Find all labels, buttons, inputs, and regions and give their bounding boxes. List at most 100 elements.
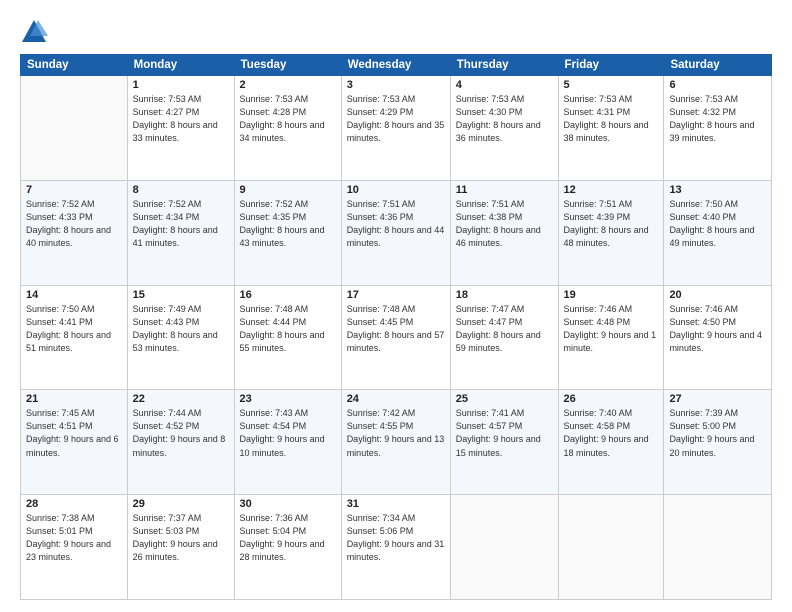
weekday-saturday: Saturday — [664, 55, 772, 76]
day-info: Sunrise: 7:44 AMSunset: 4:52 PMDaylight:… — [133, 407, 229, 459]
day-info: Sunrise: 7:52 AMSunset: 4:34 PMDaylight:… — [133, 198, 229, 250]
calendar-cell — [450, 495, 558, 600]
day-number: 12 — [564, 184, 659, 196]
calendar-cell: 15 Sunrise: 7:49 AMSunset: 4:43 PMDayligh… — [127, 285, 234, 390]
day-number: 30 — [240, 498, 336, 510]
day-number: 13 — [669, 184, 766, 196]
day-number: 16 — [240, 289, 336, 301]
day-info: Sunrise: 7:53 AMSunset: 4:28 PMDaylight:… — [240, 93, 336, 145]
day-number: 27 — [669, 393, 766, 405]
week-row-2: 14 Sunrise: 7:50 AMSunset: 4:41 PMDayligh… — [21, 285, 772, 390]
calendar-cell: 13 Sunrise: 7:50 AMSunset: 4:40 PMDayligh… — [664, 180, 772, 285]
weekday-header: SundayMondayTuesdayWednesdayThursdayFrid… — [21, 55, 772, 76]
logo-icon — [20, 18, 48, 46]
day-number: 22 — [133, 393, 229, 405]
calendar-cell: 19 Sunrise: 7:46 AMSunset: 4:48 PMDayligh… — [558, 285, 664, 390]
calendar-cell: 22 Sunrise: 7:44 AMSunset: 4:52 PMDayligh… — [127, 390, 234, 495]
header — [20, 18, 772, 46]
calendar-cell: 4 Sunrise: 7:53 AMSunset: 4:30 PMDaylight… — [450, 76, 558, 181]
day-info: Sunrise: 7:51 AMSunset: 4:36 PMDaylight:… — [347, 198, 445, 250]
calendar-cell: 7 Sunrise: 7:52 AMSunset: 4:33 PMDaylight… — [21, 180, 128, 285]
day-number: 25 — [456, 393, 553, 405]
calendar-cell: 31Sunrise: 7:34 AMSunset: 5:06 PMDayligh… — [341, 495, 450, 600]
day-number: 11 — [456, 184, 553, 196]
day-info: Sunrise: 7:36 AMSunset: 5:04 PMDaylight:… — [240, 512, 336, 564]
day-info: Sunrise: 7:48 AMSunset: 4:45 PMDaylight:… — [347, 303, 445, 355]
day-number: 2 — [240, 79, 336, 91]
day-info: Sunrise: 7:51 AMSunset: 4:39 PMDaylight:… — [564, 198, 659, 250]
day-number: 5 — [564, 79, 659, 91]
day-number: 1 — [133, 79, 229, 91]
day-info: Sunrise: 7:46 AMSunset: 4:48 PMDaylight:… — [564, 303, 659, 355]
day-number: 6 — [669, 79, 766, 91]
day-number: 18 — [456, 289, 553, 301]
weekday-wednesday: Wednesday — [341, 55, 450, 76]
day-number: 9 — [240, 184, 336, 196]
calendar-body: 1 Sunrise: 7:53 AMSunset: 4:27 PMDaylight… — [21, 76, 772, 600]
day-info: Sunrise: 7:38 AMSunset: 5:01 PMDaylight:… — [26, 512, 122, 564]
day-number: 23 — [240, 393, 336, 405]
calendar-cell: 18 Sunrise: 7:47 AMSunset: 4:47 PMDayligh… — [450, 285, 558, 390]
day-number: 10 — [347, 184, 445, 196]
calendar-cell: 17 Sunrise: 7:48 AMSunset: 4:45 PMDayligh… — [341, 285, 450, 390]
day-number: 28 — [26, 498, 122, 510]
day-info: Sunrise: 7:53 AMSunset: 4:30 PMDaylight:… — [456, 93, 553, 145]
weekday-friday: Friday — [558, 55, 664, 76]
day-number: 7 — [26, 184, 122, 196]
day-info: Sunrise: 7:39 AMSunset: 5:00 PMDaylight:… — [669, 407, 766, 459]
calendar-cell: 11 Sunrise: 7:51 AMSunset: 4:38 PMDayligh… — [450, 180, 558, 285]
day-number: 3 — [347, 79, 445, 91]
day-number: 26 — [564, 393, 659, 405]
day-number: 8 — [133, 184, 229, 196]
calendar-cell: 8 Sunrise: 7:52 AMSunset: 4:34 PMDaylight… — [127, 180, 234, 285]
day-info: Sunrise: 7:49 AMSunset: 4:43 PMDaylight:… — [133, 303, 229, 355]
calendar-cell: 26 Sunrise: 7:40 AMSunset: 4:58 PMDayligh… — [558, 390, 664, 495]
calendar-cell: 9 Sunrise: 7:52 AMSunset: 4:35 PMDaylight… — [234, 180, 341, 285]
calendar-cell: 20 Sunrise: 7:46 AMSunset: 4:50 PMDayligh… — [664, 285, 772, 390]
calendar-cell: 16Sunrise: 7:48 AMSunset: 4:44 PMDayligh… — [234, 285, 341, 390]
day-info: Sunrise: 7:37 AMSunset: 5:03 PMDaylight:… — [133, 512, 229, 564]
calendar-cell: 12 Sunrise: 7:51 AMSunset: 4:39 PMDayligh… — [558, 180, 664, 285]
calendar-cell — [21, 76, 128, 181]
day-info: Sunrise: 7:50 AMSunset: 4:41 PMDaylight:… — [26, 303, 122, 355]
day-number: 24 — [347, 393, 445, 405]
weekday-tuesday: Tuesday — [234, 55, 341, 76]
day-number: 17 — [347, 289, 445, 301]
day-info: Sunrise: 7:43 AMSunset: 4:54 PMDaylight:… — [240, 407, 336, 459]
day-info: Sunrise: 7:53 AMSunset: 4:31 PMDaylight:… — [564, 93, 659, 145]
calendar-cell — [664, 495, 772, 600]
day-info: Sunrise: 7:45 AMSunset: 4:51 PMDaylight:… — [26, 407, 122, 459]
calendar-cell: 21Sunrise: 7:45 AMSunset: 4:51 PMDayligh… — [21, 390, 128, 495]
calendar-cell: 25Sunrise: 7:41 AMSunset: 4:57 PMDayligh… — [450, 390, 558, 495]
calendar-cell: 28 Sunrise: 7:38 AMSunset: 5:01 PMDayligh… — [21, 495, 128, 600]
day-number: 4 — [456, 79, 553, 91]
day-number: 14 — [26, 289, 122, 301]
day-info: Sunrise: 7:40 AMSunset: 4:58 PMDaylight:… — [564, 407, 659, 459]
calendar-cell: 1 Sunrise: 7:53 AMSunset: 4:27 PMDaylight… — [127, 76, 234, 181]
week-row-3: 21Sunrise: 7:45 AMSunset: 4:51 PMDayligh… — [21, 390, 772, 495]
calendar-cell — [558, 495, 664, 600]
day-info: Sunrise: 7:46 AMSunset: 4:50 PMDaylight:… — [669, 303, 766, 355]
day-info: Sunrise: 7:42 AMSunset: 4:55 PMDaylight:… — [347, 407, 445, 459]
logo — [20, 18, 52, 46]
day-number: 19 — [564, 289, 659, 301]
day-info: Sunrise: 7:51 AMSunset: 4:38 PMDaylight:… — [456, 198, 553, 250]
calendar-cell: 5 Sunrise: 7:53 AMSunset: 4:31 PMDaylight… — [558, 76, 664, 181]
calendar-cell: 14 Sunrise: 7:50 AMSunset: 4:41 PMDayligh… — [21, 285, 128, 390]
day-number: 20 — [669, 289, 766, 301]
weekday-monday: Monday — [127, 55, 234, 76]
day-info: Sunrise: 7:47 AMSunset: 4:47 PMDaylight:… — [456, 303, 553, 355]
day-number: 15 — [133, 289, 229, 301]
calendar-cell: 27 Sunrise: 7:39 AMSunset: 5:00 PMDayligh… — [664, 390, 772, 495]
day-info: Sunrise: 7:53 AMSunset: 4:29 PMDaylight:… — [347, 93, 445, 145]
day-info: Sunrise: 7:52 AMSunset: 4:33 PMDaylight:… — [26, 198, 122, 250]
day-number: 29 — [133, 498, 229, 510]
day-info: Sunrise: 7:50 AMSunset: 4:40 PMDaylight:… — [669, 198, 766, 250]
week-row-4: 28 Sunrise: 7:38 AMSunset: 5:01 PMDayligh… — [21, 495, 772, 600]
day-info: Sunrise: 7:52 AMSunset: 4:35 PMDaylight:… — [240, 198, 336, 250]
page: SundayMondayTuesdayWednesdayThursdayFrid… — [0, 0, 792, 612]
weekday-sunday: Sunday — [21, 55, 128, 76]
week-row-0: 1 Sunrise: 7:53 AMSunset: 4:27 PMDaylight… — [21, 76, 772, 181]
day-info: Sunrise: 7:53 AMSunset: 4:27 PMDaylight:… — [133, 93, 229, 145]
day-info: Sunrise: 7:34 AMSunset: 5:06 PMDaylight:… — [347, 512, 445, 564]
